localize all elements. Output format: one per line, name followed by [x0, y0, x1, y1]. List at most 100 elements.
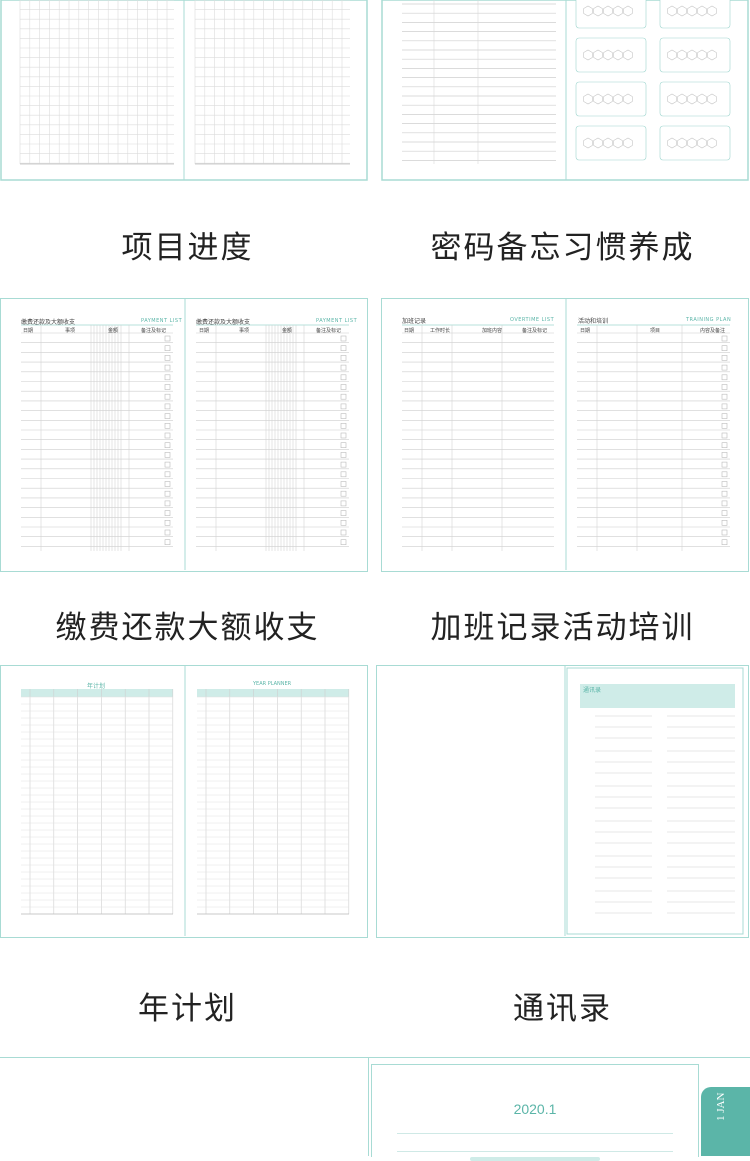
check-box	[164, 481, 171, 487]
check-box	[164, 510, 171, 516]
check-box	[164, 452, 171, 458]
payment-en-right: PAYMENT LIST	[316, 318, 358, 324]
month-header-band	[197, 689, 349, 697]
training-col-date: 日期	[580, 328, 591, 334]
check-box	[340, 490, 347, 497]
password-box	[575, 37, 647, 73]
check-box	[721, 345, 728, 352]
check-box	[721, 539, 728, 545]
training-col-topic: 项目	[650, 328, 661, 334]
check-box	[721, 529, 728, 536]
check-box	[340, 442, 347, 448]
check-box	[164, 539, 171, 545]
check-box	[721, 374, 728, 381]
check-box	[164, 355, 171, 361]
check-box	[721, 520, 728, 526]
check-box	[340, 481, 347, 487]
payment-col-item-left: 事项	[65, 328, 76, 334]
payment-en-left: PAYMENT LIST	[141, 318, 183, 324]
check-box	[164, 461, 171, 468]
check-box	[721, 335, 728, 342]
check-box	[721, 364, 728, 371]
check-box	[340, 335, 347, 342]
caption-payment: 缴费还款大额收支	[55, 610, 320, 646]
payment-title-left: 缴费还款及大额收支	[21, 319, 76, 326]
payment-title-right: 缴费还款及大额收支	[196, 319, 251, 326]
calendar-right-page: 2020.1	[371, 1064, 699, 1161]
password-box	[659, 81, 731, 117]
check-box	[721, 510, 728, 516]
caption-project-progress: 项目进度	[121, 230, 254, 266]
check-box	[721, 423, 728, 429]
check-box	[721, 355, 728, 361]
check-box	[340, 461, 347, 468]
check-box	[164, 520, 171, 526]
password-box	[659, 37, 731, 73]
check-box	[340, 471, 347, 478]
check-box	[340, 423, 347, 429]
check-box	[340, 393, 347, 400]
calendar-bottom-tab	[470, 1157, 600, 1161]
check-box	[164, 442, 171, 448]
calendar-month-label: 2020.1	[513, 1101, 557, 1117]
caption-contacts: 通讯录	[513, 991, 612, 1027]
check-box	[340, 510, 347, 516]
contacts-lines	[564, 666, 744, 936]
check-box	[164, 403, 171, 410]
calendar-line-1	[397, 1133, 673, 1134]
payment-col-amount-right: 金额	[282, 328, 293, 334]
overtime-en: OVERTIME LIST	[510, 317, 555, 323]
calendar-spread-peek: 2020.1 1 JAN	[0, 1057, 750, 1161]
caption-password-habit: 密码备忘习惯养成	[430, 230, 695, 266]
payment-col-amount-left: 金额	[108, 328, 119, 334]
check-box	[340, 403, 347, 410]
check-box	[164, 432, 171, 439]
password-habit-spread	[381, 0, 749, 181]
check-box	[340, 384, 347, 390]
check-box	[164, 364, 171, 371]
year-planner-title-right: YEAR PLANNER	[253, 681, 292, 687]
payment-table-lines	[21, 299, 349, 570]
overtime-col-date: 日期	[404, 328, 415, 334]
check-box	[340, 432, 347, 439]
check-box	[721, 384, 728, 390]
overtime-table-lines	[402, 299, 730, 570]
check-box	[340, 452, 347, 458]
check-box	[340, 413, 347, 419]
check-box	[721, 471, 728, 478]
check-box	[164, 384, 171, 390]
training-title: 活动和培训	[578, 318, 609, 325]
calendar-line-2	[397, 1151, 673, 1152]
training-en: TRAINING PLAN	[686, 317, 732, 323]
check-box	[721, 442, 728, 448]
year-planner-grid	[21, 666, 350, 936]
password-box	[575, 81, 647, 117]
password-box	[659, 125, 731, 161]
year-planner-title-left: 年计划	[87, 683, 106, 690]
overtime-col-content: 加班内容	[482, 328, 503, 334]
check-box	[721, 500, 728, 507]
contacts-spread: 通讯录	[376, 665, 749, 938]
caption-year-plan: 年计划	[138, 991, 237, 1027]
password-box	[575, 125, 647, 161]
check-box	[721, 481, 728, 487]
payment-col-note-right: 备注及标记	[316, 328, 342, 334]
payment-col-date-left: 日期	[23, 328, 34, 334]
check-box	[721, 393, 728, 400]
overtime-col-hours: 工作时长	[430, 328, 451, 334]
check-box	[340, 500, 347, 507]
payment-col-note-left: 备注及标记	[141, 328, 167, 334]
check-box	[340, 345, 347, 352]
training-col-note: 内容及备注	[700, 328, 726, 334]
check-box	[164, 374, 171, 381]
grid-notebook-spread	[0, 0, 368, 181]
payment-list-spread: 缴费还款及大额收支 PAYMENT LIST 缴费还款及大额收支 PAYMENT…	[0, 298, 368, 572]
check-box	[164, 529, 171, 536]
year-planner-spread: 年计划 YEAR PLANNER	[0, 665, 368, 938]
check-box	[340, 364, 347, 371]
check-box	[721, 490, 728, 497]
overtime-title: 加班记录	[402, 318, 427, 325]
month-index-tab[interactable]: 1 JAN	[701, 1087, 750, 1156]
overtime-training-spread: 加班记录 OVERTIME LIST 日期 工作时长 加班内容 备注及标记 活动…	[381, 298, 749, 572]
calendar-left-page	[0, 1058, 369, 1156]
